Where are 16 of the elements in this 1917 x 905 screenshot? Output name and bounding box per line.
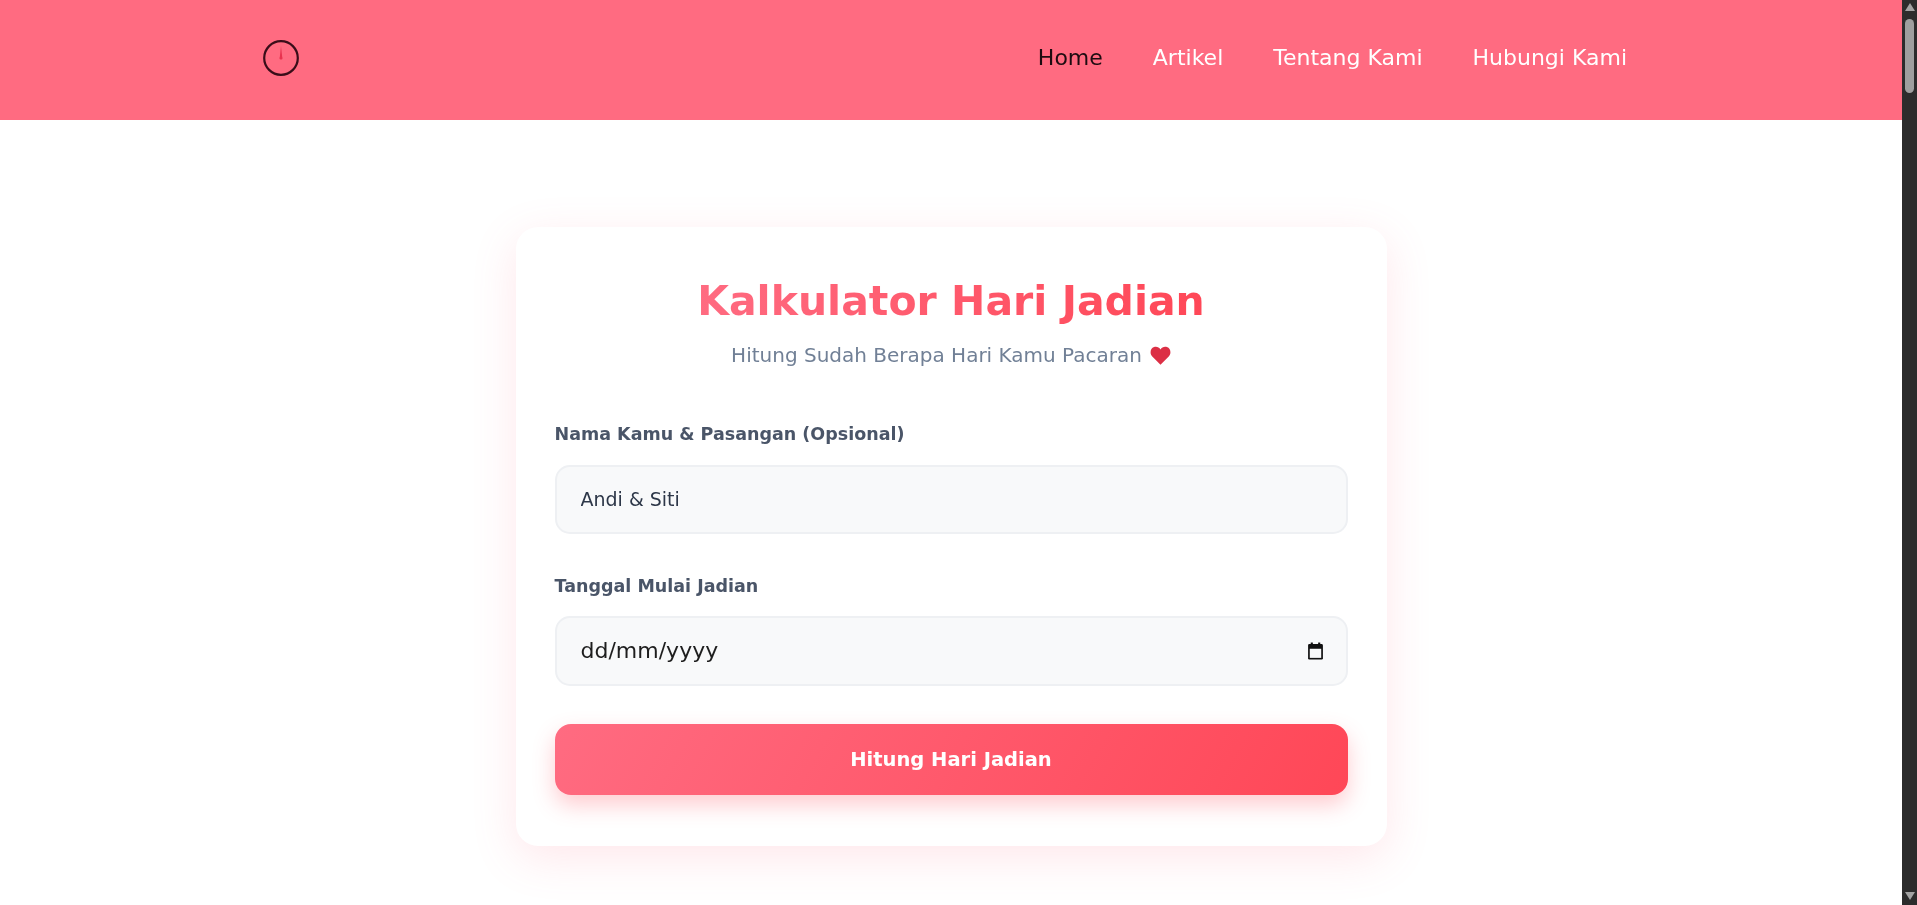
nav-link[interactable]: Home bbox=[1025, 35, 1115, 80]
calculate-button[interactable]: Hitung Hari Jadian bbox=[554, 723, 1348, 795]
card-subtitle: Hitung Sudah Berapa Hari Kamu Pacaran bbox=[731, 342, 1142, 370]
heart-icon bbox=[1149, 345, 1171, 365]
date-input-field[interactable]: dd/mm/yyyy bbox=[554, 615, 1348, 686]
field-label: Tanggal Mulai Jadian bbox=[554, 574, 759, 598]
nav-link[interactable]: Hubungi Kami bbox=[1460, 35, 1639, 80]
nav-link[interactable]: Artikel bbox=[1140, 35, 1236, 80]
name-input-field[interactable]: Andi & Siti bbox=[554, 464, 1348, 534]
field-label: Nama Kamu & Pasangan (Opsional) bbox=[554, 423, 905, 447]
scrollbar-thumb[interactable] bbox=[1905, 19, 1914, 93]
scrollbar[interactable] bbox=[1902, 0, 1917, 905]
clock-logo-icon[interactable] bbox=[263, 39, 299, 76]
scroll-up-icon[interactable] bbox=[1904, 3, 1915, 11]
nav-link[interactable]: Tentang Kami bbox=[1261, 35, 1435, 80]
scroll-down-icon[interactable] bbox=[1904, 892, 1915, 900]
